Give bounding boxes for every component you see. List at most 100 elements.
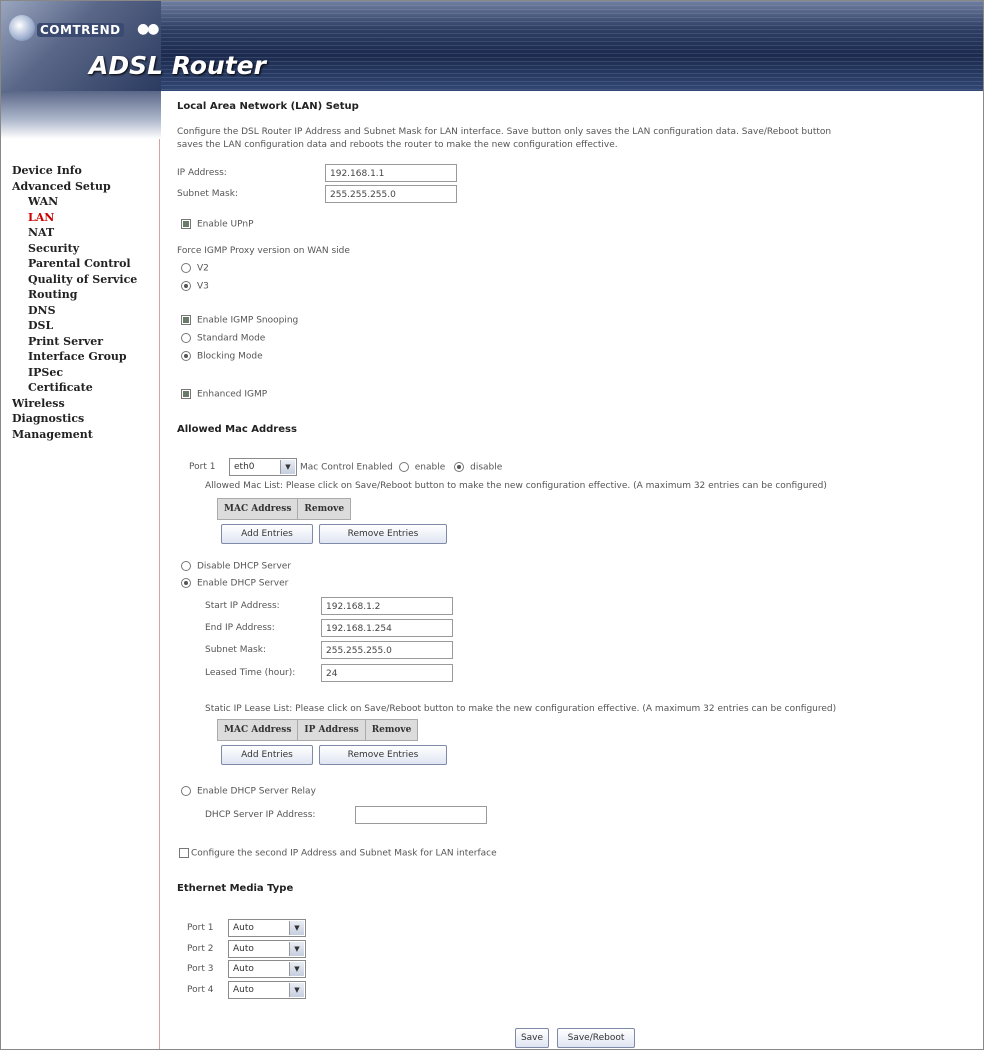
sidebar: Device Info Advanced Setup WAN LAN NAT Securi…: [1, 139, 160, 1049]
logo-dots: ●●: [137, 21, 159, 37]
sidebar-header-fade: [1, 91, 161, 139]
mac-port-select[interactable]: eth0 ▼: [229, 458, 297, 476]
ethernet-port-select[interactable]: Auto ▼: [228, 919, 306, 937]
second-ip-checkbox[interactable]: [179, 848, 189, 858]
sidebar-item-ipsec[interactable]: IPSec: [12, 365, 137, 381]
sidebar-item-nat[interactable]: NAT: [12, 225, 137, 241]
nav-menu: Device Info Advanced Setup WAN LAN NAT Securi…: [12, 163, 137, 442]
blocking-mode-row: Blocking Mode: [181, 351, 263, 362]
igmp-snooping-checkbox[interactable]: [181, 315, 191, 325]
ethernet-port-label: Port 1: [187, 923, 214, 933]
second-ip-label: Configure the second IP Address and Subn…: [191, 848, 497, 859]
static-lease-table: MAC Address IP Address Remove: [216, 719, 419, 741]
sidebar-item-interface-group[interactable]: Interface Group: [12, 349, 137, 365]
mac-port-label: Port 1: [189, 462, 216, 472]
add-mac-entries-button[interactable]: Add Entries: [221, 524, 313, 544]
sidebar-item-certificate[interactable]: Certificate: [12, 380, 137, 396]
start-ip-label: Start IP Address:: [205, 601, 280, 611]
sidebar-item-dns[interactable]: DNS: [12, 303, 137, 319]
chevron-down-icon: ▼: [289, 941, 304, 956]
save-button[interactable]: Save: [515, 1028, 549, 1048]
ip-address-label: IP Address:: [177, 168, 227, 178]
ethernet-port-select[interactable]: Auto ▼: [228, 980, 306, 999]
sidebar-item-wan[interactable]: WAN: [12, 194, 137, 210]
enable-dhcp-row: Enable DHCP Server: [181, 578, 288, 589]
enhanced-igmp-checkbox[interactable]: [181, 389, 191, 399]
igmp-proxy-label: Force IGMP Proxy version on WAN side: [177, 246, 350, 256]
igmp-snooping-label: Enable IGMP Snooping: [197, 315, 299, 326]
static-lease-note: Static IP Lease List: Please click on Sa…: [205, 704, 837, 714]
mac-control-row: Mac Control Enabled enable disable: [300, 462, 502, 473]
v2-label: V2: [197, 263, 209, 274]
standard-mode-radio[interactable]: [181, 333, 191, 343]
relay-ip-input[interactable]: [355, 806, 487, 824]
sidebar-item-device-info[interactable]: Device Info: [12, 163, 137, 179]
ethernet-port-select[interactable]: Auto ▼: [228, 939, 306, 958]
sidebar-item-security[interactable]: Security: [12, 241, 137, 257]
sidebar-item-management[interactable]: Management: [12, 427, 137, 443]
disable-dhcp-row: Disable DHCP Server: [181, 561, 291, 572]
dhcp-subnet-mask-input[interactable]: 255.255.255.0: [321, 641, 453, 659]
sidebar-item-dsl[interactable]: DSL: [12, 318, 137, 334]
col-static-remove: Remove: [364, 719, 419, 741]
allowed-mac-table-header: MAC Address Remove: [216, 498, 352, 520]
igmp-v2-radio[interactable]: [181, 263, 191, 273]
blocking-mode-label: Blocking Mode: [197, 351, 263, 362]
router-web-ui: COMTREND ●● ADSL Router Device Info Advan…: [0, 0, 984, 1050]
sidebar-item-print-server[interactable]: Print Server: [12, 334, 137, 350]
start-ip-input[interactable]: 192.168.1.2: [321, 597, 453, 615]
ethernet-port-select-value: Auto: [233, 984, 254, 995]
lease-time-input[interactable]: 24: [321, 664, 453, 682]
sidebar-item-routing[interactable]: Routing: [12, 287, 137, 303]
ethernet-port-select-value: Auto: [233, 943, 254, 954]
mac-control-disable-radio[interactable]: [454, 462, 465, 472]
page-title: Local Area Network (LAN) Setup: [177, 101, 359, 112]
igmp-v3-radio[interactable]: [181, 281, 191, 291]
header-banner: COMTREND ●● ADSL Router: [1, 1, 983, 91]
sidebar-item-lan[interactable]: LAN: [12, 210, 137, 226]
header-stripes: [161, 1, 983, 91]
lease-time-label: Leased Time (hour):: [205, 668, 296, 678]
ethernet-port-label: Port 3: [187, 964, 214, 974]
ethernet-port-label: Port 4: [187, 984, 214, 995]
enable-dhcp-radio[interactable]: [181, 578, 191, 588]
ethernet-port-select-value: Auto: [233, 964, 254, 974]
upnp-row: Enable UPnP: [181, 219, 254, 230]
mac-control-enable-label: enable: [414, 462, 446, 473]
v3-label: V3: [197, 281, 209, 292]
mac-control-enable-radio[interactable]: [398, 462, 409, 472]
enable-upnp-checkbox[interactable]: [181, 219, 191, 229]
sidebar-item-wireless[interactable]: Wireless: [12, 396, 137, 412]
sidebar-item-parental-control[interactable]: Parental Control: [12, 256, 137, 272]
dhcp-relay-row: Enable DHCP Server Relay: [181, 786, 316, 797]
snooping-row: Enable IGMP Snooping: [181, 315, 298, 326]
standard-mode-label: Standard Mode: [197, 333, 266, 344]
blocking-mode-radio[interactable]: [181, 351, 191, 361]
ip-address-input[interactable]: 192.168.1.1: [325, 164, 457, 182]
end-ip-input[interactable]: 192.168.1.254: [321, 619, 453, 637]
remove-mac-entries-button[interactable]: Remove Entries: [319, 524, 447, 544]
add-static-lease-button[interactable]: Add Entries: [221, 745, 313, 765]
mac-port-select-value: eth0: [234, 462, 255, 472]
page-description-line1: Configure the DSL Router IP Address and …: [177, 127, 832, 137]
sidebar-item-diagnostics[interactable]: Diagnostics: [12, 411, 137, 427]
page-description-line2: saves the LAN configuration data and reb…: [177, 140, 618, 150]
allowed-mac-table: MAC Address Remove: [216, 498, 352, 520]
chevron-down-icon: ▼: [289, 982, 304, 997]
chevron-down-icon: ▼: [289, 921, 304, 935]
second-ip-row: Configure the second IP Address and Subn…: [179, 848, 497, 859]
save-reboot-button[interactable]: Save/Reboot: [557, 1028, 635, 1048]
sidebar-item-quality-of-service[interactable]: Quality of Service: [12, 272, 137, 288]
allowed-mac-note: Allowed Mac List: Please click on Save/R…: [205, 481, 827, 491]
col-static-ip: IP Address: [297, 719, 366, 741]
remove-static-lease-button[interactable]: Remove Entries: [319, 745, 447, 765]
v3-row: V3: [181, 281, 209, 292]
disable-dhcp-radio[interactable]: [181, 561, 191, 571]
static-lease-table-header: MAC Address IP Address Remove: [216, 719, 419, 741]
dhcp-relay-radio[interactable]: [181, 786, 191, 796]
ethernet-port-select[interactable]: Auto ▼: [228, 960, 306, 978]
chevron-down-icon: ▼: [289, 962, 304, 976]
sidebar-item-advanced-setup[interactable]: Advanced Setup: [12, 179, 137, 195]
chevron-down-icon: ▼: [280, 460, 295, 474]
subnet-mask-input[interactable]: 255.255.255.0: [325, 185, 457, 203]
